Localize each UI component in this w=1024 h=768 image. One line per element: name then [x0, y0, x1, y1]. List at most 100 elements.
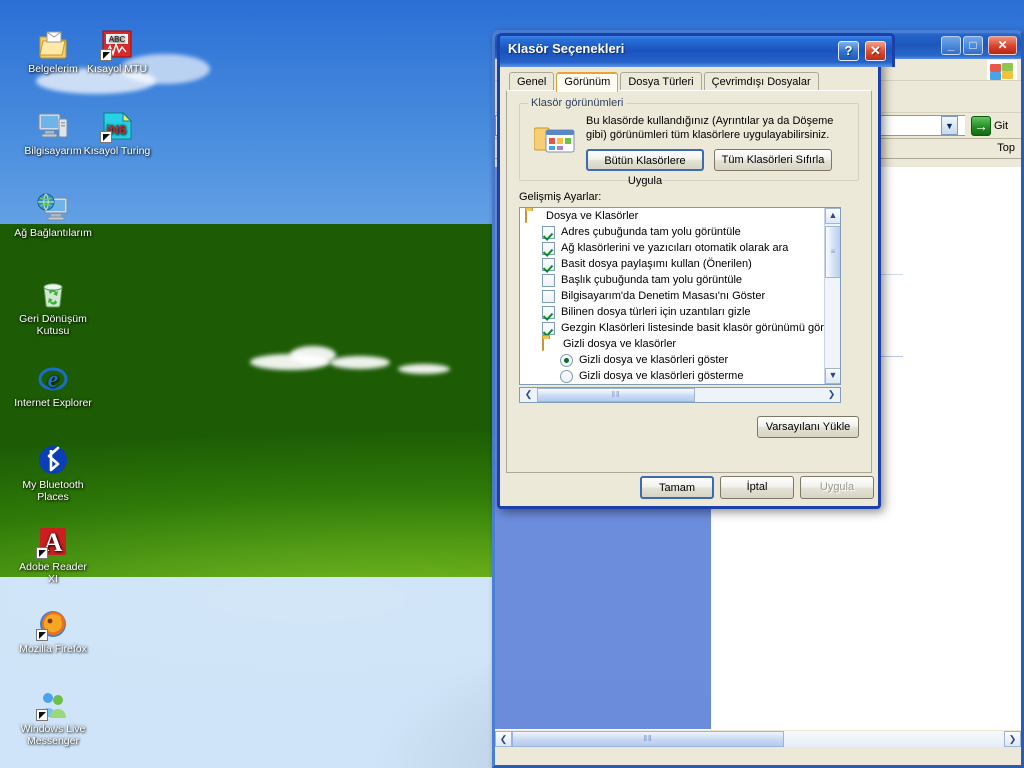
- svg-text:e: e: [48, 367, 59, 393]
- desktop-icon-firefox[interactable]: Mozilla Firefox: [14, 608, 92, 655]
- list-item-label: Bilinen dosya türleri için uzantıları gi…: [561, 306, 751, 318]
- list-item-label: Adres çubuğunda tam yolu görüntüle: [561, 226, 741, 238]
- list-item[interactable]: Dosya ve Klasörler: [520, 208, 840, 224]
- list-item[interactable]: Bilgisayarım'da Denetim Masası'nı Göster: [520, 288, 840, 304]
- my-computer-icon: [37, 110, 69, 142]
- scroll-thumb[interactable]: ‖‖: [537, 388, 695, 402]
- dialog-title-text: Klasör Seçenekleri: [508, 41, 625, 56]
- advanced-list-vertical-scrollbar[interactable]: ▲ ≡ ▼: [824, 208, 840, 384]
- go-arrow-icon: [971, 115, 991, 136]
- desktop-icon-messenger[interactable]: Windows Live Messenger: [14, 688, 92, 747]
- cancel-button[interactable]: İptal: [720, 476, 794, 499]
- list-item-label: Gizli dosya ve klasörleri gösterme: [579, 370, 744, 382]
- explorer-close-button[interactable]: ✕: [988, 36, 1017, 55]
- checkbox-icon[interactable]: [542, 305, 555, 319]
- list-item-label: Basit dosya paylaşımı kullan (Önerilen): [561, 258, 752, 270]
- desktop-icon-label: Geri Dönüşüm Kutusu: [19, 313, 87, 337]
- windows-flag-icon: [987, 60, 1017, 80]
- desktop-icon-internet-explorer[interactable]: e Internet Explorer: [14, 362, 92, 409]
- desktop-icon-network-places[interactable]: Ağ Bağlantılarım: [14, 192, 92, 239]
- checkbox-icon[interactable]: [542, 289, 555, 303]
- scroll-down-arrow-icon[interactable]: ▼: [825, 368, 840, 384]
- desktop-icon-recycle-bin[interactable]: Geri Dönüşüm Kutusu: [14, 278, 92, 337]
- list-item[interactable]: Basit dosya paylaşımı kullan (Önerilen): [520, 256, 840, 272]
- list-item[interactable]: Bilinen dosya türleri için uzantıları gi…: [520, 304, 840, 320]
- list-item-label: Ağ klasörlerini ve yazıcıları otomatik o…: [561, 242, 789, 254]
- radio-icon[interactable]: [560, 353, 573, 367]
- tab-dosya-turleri[interactable]: Dosya Türleri: [620, 72, 702, 92]
- folder-icon: [525, 208, 541, 223]
- folder-views-icon: [533, 120, 576, 156]
- dialog-footer: Tamam İptal Uygula: [500, 476, 884, 500]
- desktop-icon-label: Windows Live Messenger: [20, 723, 86, 747]
- folder-views-description: Bu klasörde kullandığınız (Ayrıntılar ya…: [586, 115, 834, 141]
- scroll-right-arrow-icon[interactable]: ❯: [823, 388, 840, 402]
- go-button-label: Git: [994, 119, 1009, 132]
- folder-options-dialog[interactable]: Klasör Seçenekleri ? ✕ Genel Görünüm Dos…: [497, 33, 895, 509]
- desktop-icon-label: Kısayol Turing: [83, 145, 151, 157]
- checkbox-icon[interactable]: [542, 225, 555, 239]
- explorer-horizontal-scrollbar[interactable]: ❮ ‖‖ ❯: [495, 729, 1021, 747]
- scroll-left-arrow-icon[interactable]: ❮: [520, 388, 537, 402]
- dialog-titlebar[interactable]: Klasör Seçenekleri ? ✕: [497, 33, 895, 67]
- dialog-tab-page-gorunum: Klasör görünümleri Bu klasörde kullandığ…: [506, 90, 872, 473]
- desktop-icon-label: Kısayol MTU: [86, 63, 148, 75]
- desktop-icon-bluetooth[interactable]: My Bluetooth Places: [14, 444, 92, 503]
- explorer-maximize-button[interactable]: □: [963, 36, 983, 55]
- list-item[interactable]: Gizli dosya ve klasörleri gösterme: [520, 368, 840, 384]
- ok-button[interactable]: Tamam: [640, 476, 714, 499]
- svg-text:ABC: ABC: [109, 35, 126, 44]
- list-item-label: Gizli dosya ve klasörler: [563, 338, 677, 350]
- desktop-icon-adobe-reader[interactable]: A Adobe Reader XI: [14, 526, 92, 585]
- bluetooth-icon: [37, 444, 69, 476]
- tab-gorunum[interactable]: Görünüm: [556, 72, 619, 92]
- advanced-settings-list[interactable]: Dosya ve Klasörler Adres çubuğunda tam y…: [519, 207, 841, 385]
- scroll-track[interactable]: ‖‖: [512, 730, 1004, 747]
- scroll-right-arrow-icon[interactable]: ❯: [1004, 730, 1021, 747]
- list-item[interactable]: Gizli dosya ve klasörler: [520, 336, 840, 352]
- checkbox-icon[interactable]: [542, 321, 555, 335]
- desktop-icon-abc-mtu-shortcut[interactable]: ABC Kısayol MTU: [78, 28, 156, 75]
- shortcut-arrow-icon: [36, 547, 48, 559]
- reset-all-folders-button[interactable]: Tüm Klasörleri Sıfırla: [714, 149, 832, 171]
- list-item[interactable]: Adres çubuğunda tam yolu görüntüle: [520, 224, 840, 240]
- firefox-icon: [36, 608, 69, 641]
- go-button[interactable]: Git: [971, 115, 1008, 136]
- list-item[interactable]: Ağ klasörlerini ve yazıcıları otomatik o…: [520, 240, 840, 256]
- internet-explorer-icon: e: [37, 362, 69, 394]
- address-dropdown-chevron-down-icon[interactable]: ▼: [941, 116, 958, 135]
- scroll-thumb[interactable]: ≡: [825, 226, 840, 278]
- checkbox-icon[interactable]: [542, 273, 555, 287]
- desktop-icon-label: Internet Explorer: [14, 397, 92, 409]
- dialog-tabstrip[interactable]: Genel Görünüm Dosya Türleri Çevrimdışı D…: [500, 67, 878, 92]
- dialog-help-button[interactable]: ?: [838, 41, 859, 61]
- list-item-label: Başlık çubuğunda tam yolu görüntüle: [561, 274, 743, 286]
- folder-icon: [542, 336, 558, 351]
- dialog-close-button[interactable]: ✕: [865, 41, 886, 61]
- list-item[interactable]: Gizli dosya ve klasörleri göster: [520, 352, 840, 368]
- shortcut-arrow-icon: [100, 49, 112, 61]
- explorer-minimize-button[interactable]: _: [941, 36, 961, 55]
- list-item[interactable]: Gezgin Klasörleri listesinde basit klasö…: [520, 320, 841, 336]
- scroll-thumb[interactable]: ‖‖: [512, 730, 784, 747]
- messenger-icon: [36, 688, 69, 721]
- radio-icon[interactable]: [560, 369, 573, 383]
- tab-genel[interactable]: Genel: [509, 72, 555, 92]
- shortcut-arrow-icon: [100, 131, 112, 143]
- scroll-left-arrow-icon[interactable]: ❮: [495, 730, 512, 747]
- list-item[interactable]: Başlık çubuğunda tam yolu görüntüle: [520, 272, 840, 288]
- folder-views-group-title: Klasör görünümleri: [528, 97, 627, 109]
- restore-defaults-button[interactable]: Varsayılanı Yükle: [757, 416, 859, 438]
- list-item-label: Gezgin Klasörleri listesinde basit klasö…: [561, 322, 841, 334]
- checkbox-icon[interactable]: [542, 241, 555, 255]
- apply-to-all-folders-button[interactable]: Bütün Klasörlere Uygula: [586, 149, 704, 187]
- scroll-up-arrow-icon[interactable]: ▲: [825, 208, 840, 224]
- advanced-list-horizontal-scrollbar[interactable]: ❮ ‖‖ ❯: [519, 387, 841, 403]
- checkbox-icon[interactable]: [542, 257, 555, 271]
- tab-cevrimdisi-dosyalar[interactable]: Çevrimdışı Dosyalar: [703, 72, 819, 92]
- desktop-icon-ing-turing-shortcut[interactable]: iN6 Kısayol Turing: [78, 110, 156, 157]
- desktop-icon-label: Adobe Reader XI: [19, 561, 87, 585]
- list-item-label: Gizli dosya ve klasörleri göster: [579, 354, 729, 366]
- desktop-icon-label: Ağ Bağlantılarım: [14, 227, 92, 239]
- advanced-settings-rows: Dosya ve Klasörler Adres çubuğunda tam y…: [520, 208, 841, 384]
